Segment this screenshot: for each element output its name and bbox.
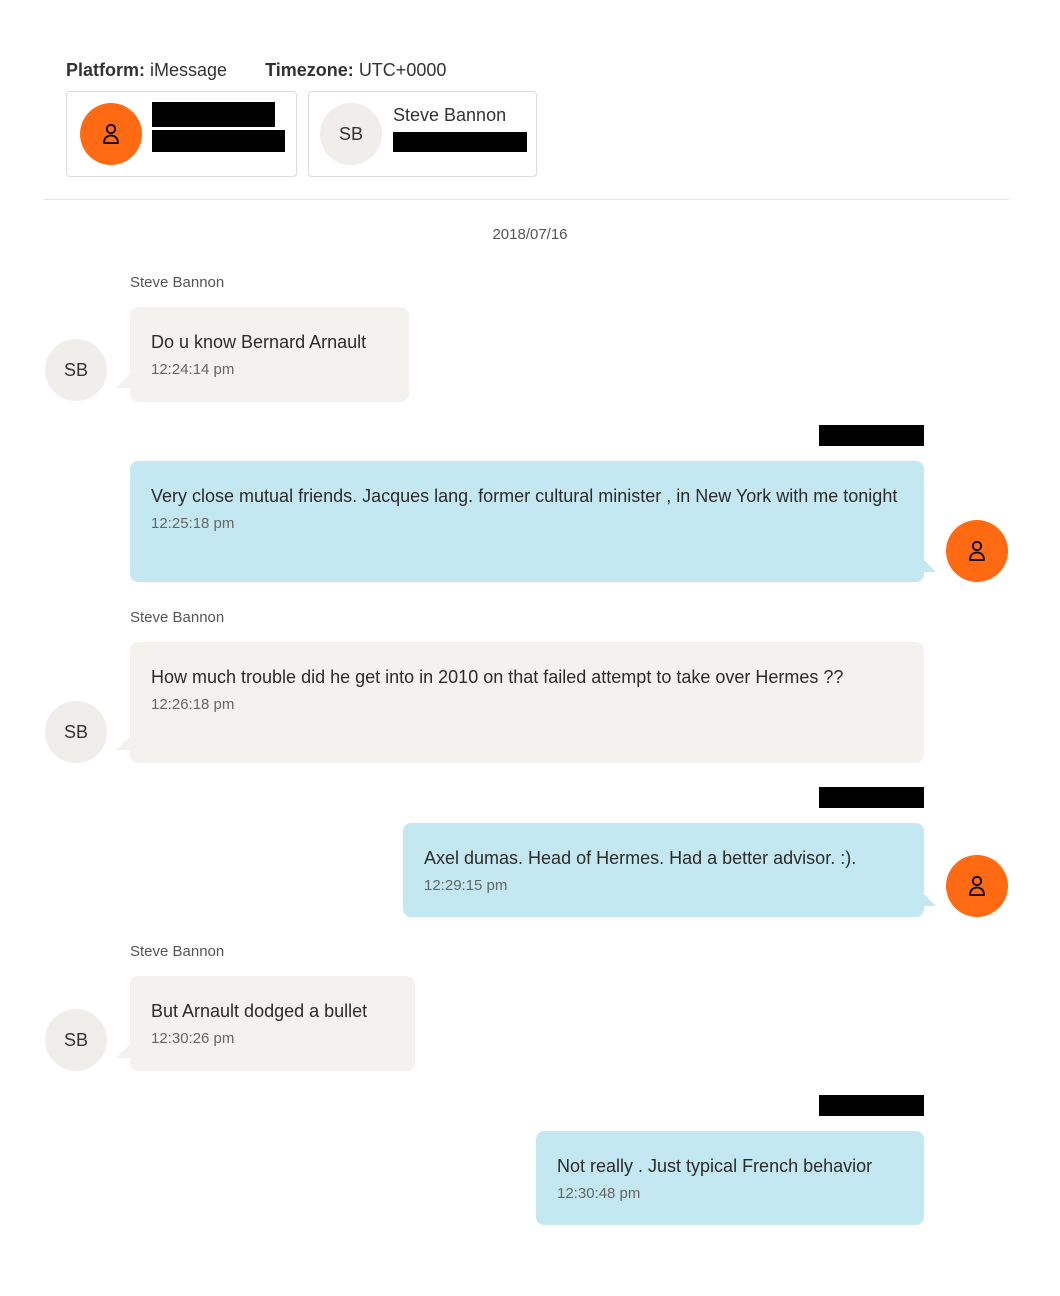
message-time: 12:29:15 pm	[424, 877, 508, 894]
divider	[44, 199, 1009, 200]
participant-name: Steve Bannon	[393, 105, 507, 125]
platform-value: iMessage	[150, 60, 228, 80]
message-time: 12:26:18 pm	[151, 696, 235, 713]
avatar	[946, 520, 1008, 582]
bubble-tail	[116, 736, 130, 750]
sender-name: Steve Bannon	[130, 609, 225, 626]
redacted-name	[152, 102, 275, 127]
message-bubble[interactable]: Do u know Bernard Arnault 12:24:14 pm	[130, 307, 409, 402]
platform-label: Platform:	[66, 60, 146, 80]
message-text: Axel dumas. Head of Hermes. Had a better…	[424, 848, 857, 868]
date-separator: 2018/07/16	[492, 226, 568, 243]
avatar-initials: SB	[63, 721, 88, 742]
sender-name: Steve Bannon	[130, 943, 225, 960]
redacted-sender	[819, 1095, 924, 1116]
message-time: 12:24:14 pm	[151, 361, 235, 378]
redacted-detail	[393, 132, 527, 152]
bubble-tail	[922, 558, 936, 572]
person-icon	[969, 540, 985, 561]
message-text: Not really . Just typical French behavio…	[557, 1156, 873, 1176]
message-text: Very close mutual friends. Jacques lang.…	[151, 486, 898, 506]
bubble-tail	[922, 892, 936, 906]
participant-card: SB Steve Bannon	[308, 91, 537, 177]
bubble-tail	[116, 1044, 130, 1058]
redacted-detail	[152, 130, 285, 152]
message-text: But Arnault dodged a bullet	[151, 1001, 368, 1021]
avatar-initials: SB	[63, 359, 88, 380]
avatar-initials: SB	[63, 1029, 88, 1050]
person-icon	[103, 123, 119, 144]
participant-card	[66, 91, 297, 177]
conversation-meta: Platform: iMessage Timezone: UTC+0000	[66, 60, 446, 81]
timezone-label: Timezone:	[265, 60, 354, 80]
message-text: Do u know Bernard Arnault	[151, 332, 367, 352]
message-bubble[interactable]: Axel dumas. Head of Hermes. Had a better…	[403, 823, 924, 917]
message-bubble[interactable]: But Arnault dodged a bullet 12:30:26 pm	[130, 976, 415, 1071]
avatar-initials: SB	[338, 123, 363, 144]
message-bubble[interactable]: Very close mutual friends. Jacques lang.…	[130, 461, 924, 582]
timezone-value: UTC+0000	[358, 60, 447, 80]
message-text: How much trouble did he get into in 2010…	[151, 667, 844, 687]
message-bubble[interactable]: Not really . Just typical French behavio…	[536, 1131, 924, 1225]
message-time: 12:30:48 pm	[557, 1185, 641, 1202]
redacted-sender	[819, 425, 924, 446]
avatar: SB	[45, 701, 107, 763]
avatar: SB	[45, 1009, 107, 1071]
avatar	[946, 855, 1008, 917]
message-bubble[interactable]: How much trouble did he get into in 2010…	[130, 642, 924, 763]
redacted-sender	[819, 787, 924, 808]
message-time: 12:25:18 pm	[151, 515, 235, 532]
sender-name: Steve Bannon	[130, 274, 225, 291]
avatar: SB	[45, 339, 107, 401]
avatar	[80, 103, 142, 165]
bubble-tail	[116, 374, 130, 388]
person-icon	[969, 875, 985, 896]
message-time: 12:30:26 pm	[151, 1030, 235, 1047]
avatar: SB	[320, 103, 382, 165]
